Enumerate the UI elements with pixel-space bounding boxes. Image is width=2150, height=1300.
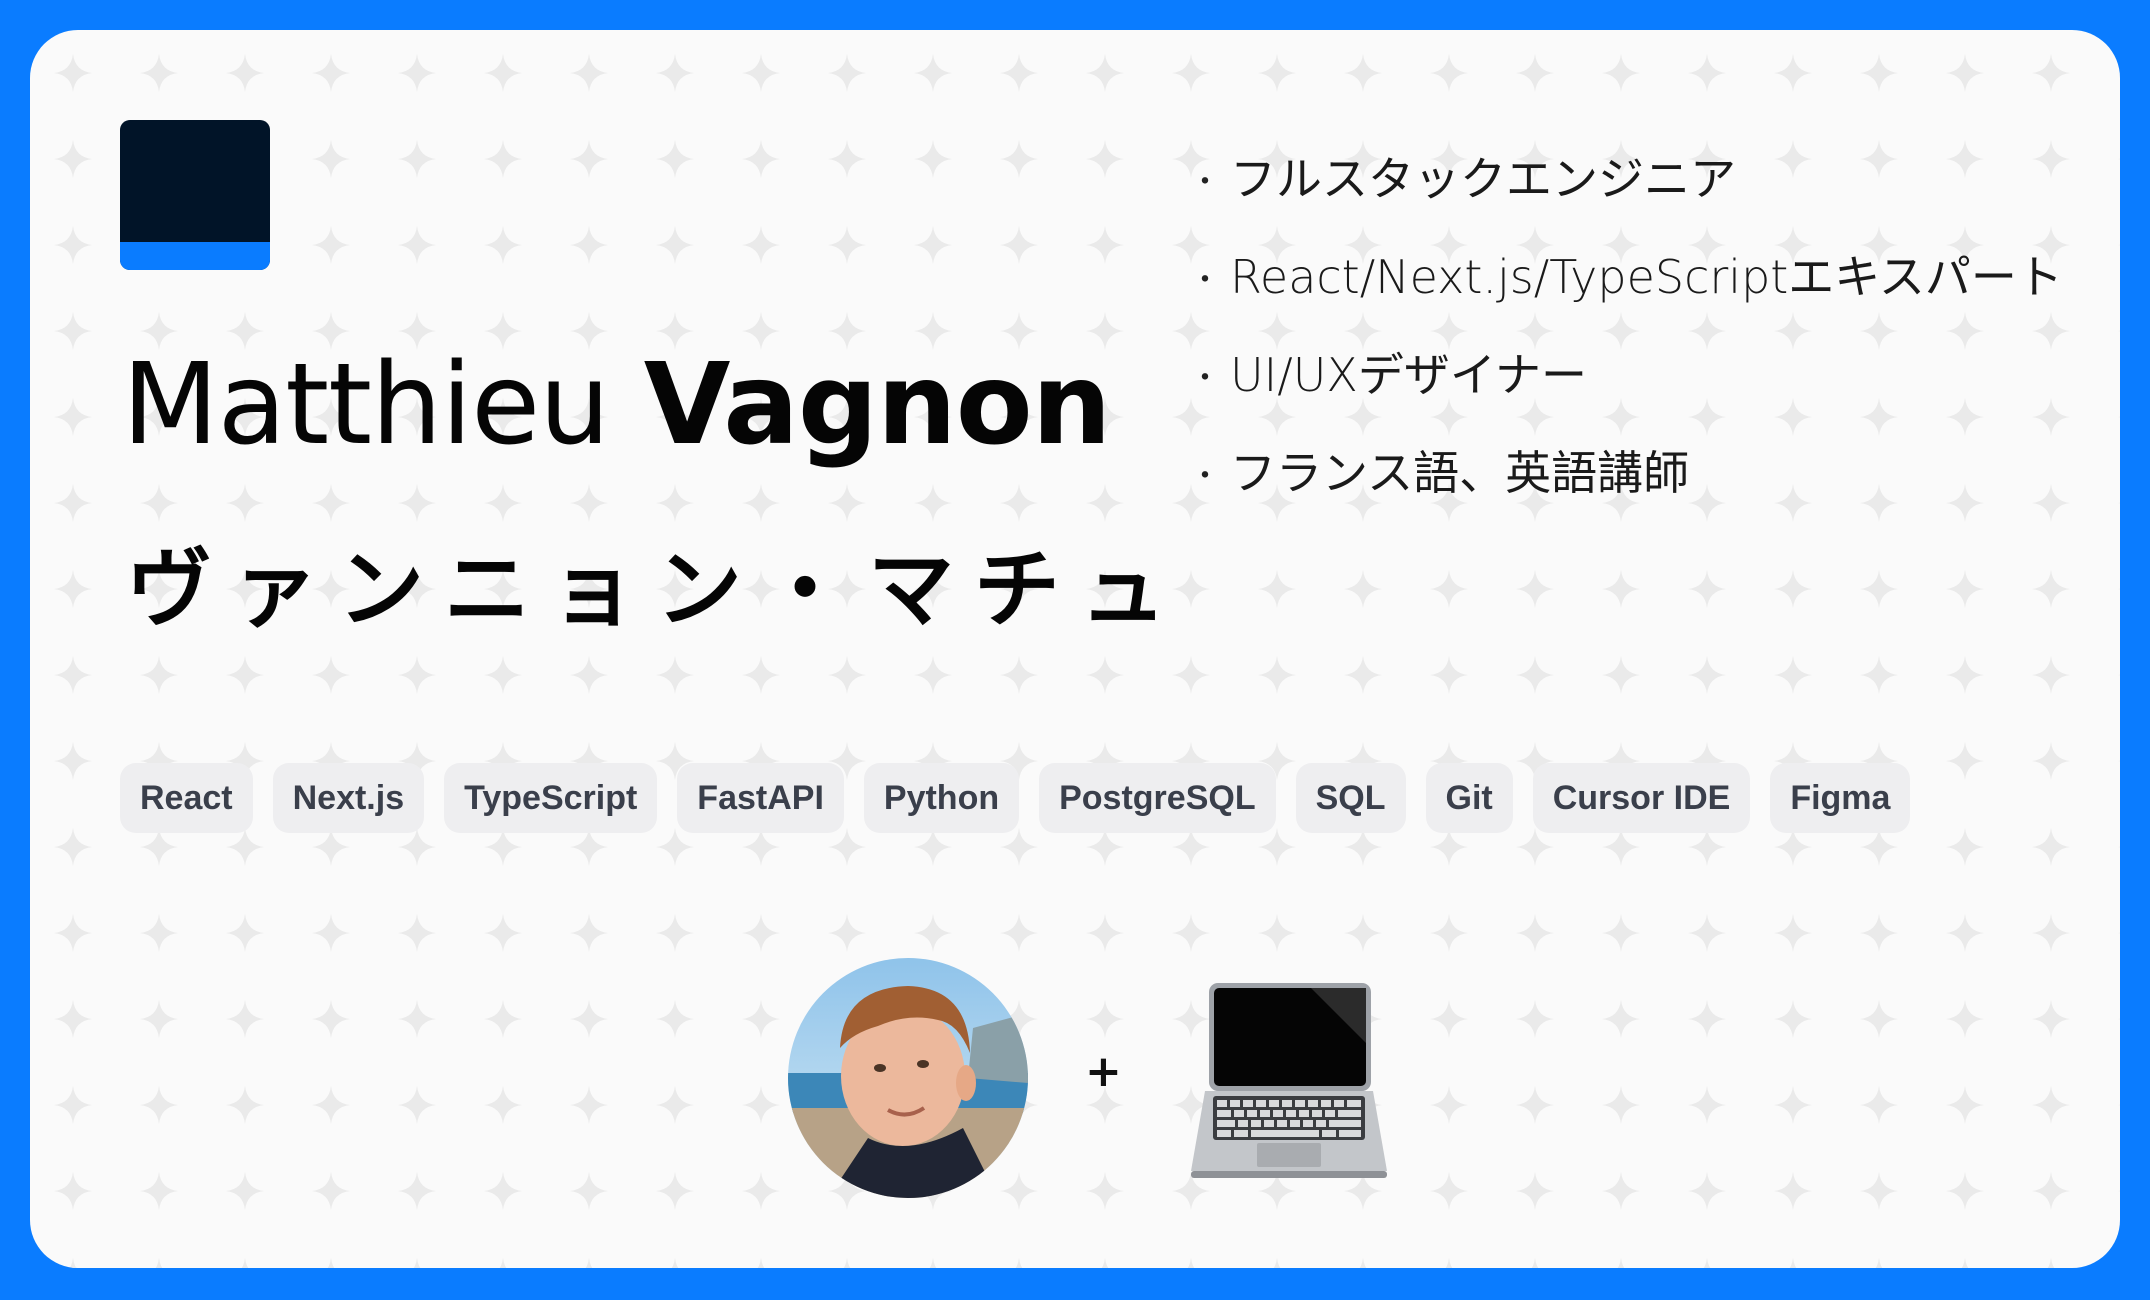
skill-chip-react: React [120, 763, 253, 833]
avatar-photo-icon [788, 958, 1028, 1198]
full-name: Matthieu Vagnon [122, 330, 1112, 480]
skill-chip-sql: SQL [1295, 763, 1406, 833]
laptop-icon [1191, 983, 1387, 1183]
first-name: Matthieu [122, 340, 610, 470]
skill-chip-cursor-ide: Cursor IDE [1532, 763, 1751, 833]
blue-frame: Matthieu Vagnon ヴァンニョン・マチュ ・フルスタックエンジニア … [0, 0, 2150, 1300]
role-text: フランス語、英語講師 [1230, 446, 1690, 500]
skill-chip-typescript: TypeScript [444, 763, 658, 833]
person-plus-laptop: + [788, 958, 1388, 1208]
skill-chip-git: Git [1425, 763, 1513, 833]
name-katakana: ヴァンニョン・マチュ [126, 539, 1186, 640]
bullet-dot: ・ [1190, 458, 1220, 494]
bullet-dot: ・ [1190, 262, 1220, 298]
role-item: ・フランス語、英語講師 [1190, 424, 2063, 522]
role-text: React/Next.js/TypeScriptエキスパート [1230, 250, 2063, 304]
plus-sign: + [1085, 1046, 1122, 1097]
role-text: フルスタックエンジニア [1230, 152, 1736, 206]
skill-chip-python: Python [863, 763, 1020, 833]
bullet-dot: ・ [1190, 164, 1220, 200]
skill-chip-nextjs: Next.js [272, 763, 425, 833]
brand-logo [120, 120, 270, 270]
brand-logo-stripe [120, 242, 270, 270]
avatar [788, 958, 1028, 1198]
profile-card: Matthieu Vagnon ヴァンニョン・マチュ ・フルスタックエンジニア … [30, 30, 2120, 1268]
roles-list: ・フルスタックエンジニア ・ React/Next.js/TypeScriptエキ… [1190, 130, 2063, 522]
skill-chip-postgresql: PostgreSQL [1039, 763, 1276, 833]
skill-chip-fastapi: FastAPI [677, 763, 844, 833]
role-item: ・フルスタックエンジニア [1190, 130, 2063, 228]
last-name: Vagnon [643, 340, 1112, 470]
skills-list: React Next.js TypeScript FastAPI Python … [120, 763, 1911, 833]
role-text: UI/UXデザイナー [1230, 348, 1587, 402]
role-item: ・ UI/UXデザイナー [1190, 326, 2063, 424]
bullet-dot: ・ [1190, 360, 1220, 396]
role-item: ・ React/Next.js/TypeScriptエキスパート [1190, 228, 2063, 326]
skill-chip-figma: Figma [1770, 763, 1911, 833]
